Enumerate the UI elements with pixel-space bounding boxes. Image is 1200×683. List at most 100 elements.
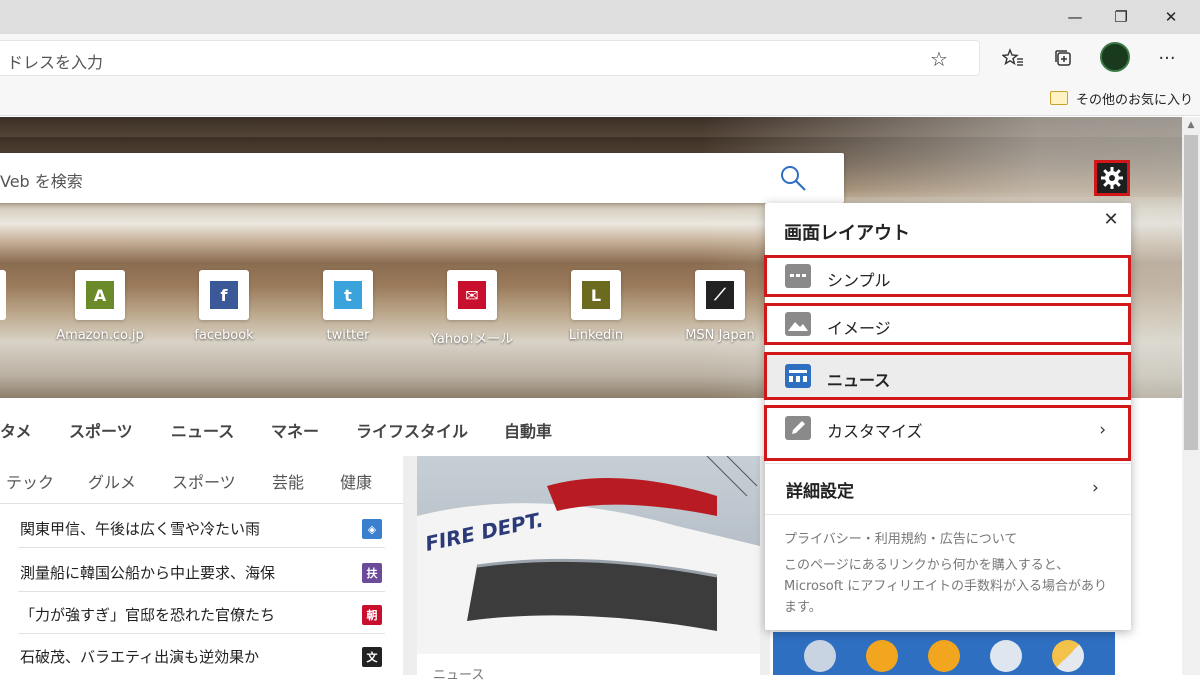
favorites-list-icon (1002, 48, 1023, 66)
simple-layout-icon (785, 264, 811, 288)
folder-icon (1050, 91, 1068, 105)
gear-icon (1101, 167, 1123, 189)
category-sports[interactable]: スポーツ (69, 418, 133, 442)
layout-option-label: ニュース (827, 371, 891, 390)
subtab-health[interactable]: 健康 (340, 469, 372, 493)
quick-link-label: Amazon.co.jp (56, 328, 144, 343)
pencil-icon (785, 416, 811, 440)
news-source-icon: 扶 (362, 563, 382, 583)
profile-avatar[interactable] (1100, 42, 1130, 72)
quick-link-tile: ⟋ (695, 270, 745, 320)
scroll-up-arrow[interactable]: ▲ (1182, 117, 1200, 133)
quick-link-tile: f (199, 270, 249, 320)
other-favorites-folder[interactable]: その他のお気に入り (1050, 88, 1193, 108)
minimize-icon: — (1067, 8, 1083, 26)
page-settings-button[interactable] (1094, 160, 1130, 196)
close-icon: ✕ (1164, 8, 1178, 26)
sun-icon (866, 640, 898, 672)
quick-link-tile: A (75, 270, 125, 320)
quick-link-label: Linkedin (568, 328, 624, 343)
quick-link-label: Yahoo!メール (430, 332, 514, 347)
minimize-button[interactable]: — (1052, 0, 1098, 34)
add-favorite-star-icon[interactable]: ☆ (925, 45, 953, 73)
quick-link-partial-tile[interactable] (0, 270, 6, 320)
layout-option-label: カスタマイズ (827, 422, 923, 441)
quick-link[interactable]: A Amazon.co.jp (50, 270, 150, 343)
category-entertainment[interactable]: タメ (0, 418, 32, 442)
cloud-icon (990, 640, 1022, 672)
subtab-gourmet[interactable]: グルメ (88, 469, 136, 493)
scroll-thumb[interactable] (1184, 135, 1198, 450)
news-source-icon: 朝 (362, 605, 382, 625)
partly-cloudy-icon (1052, 640, 1084, 672)
category-lifestyle[interactable]: ライフスタイル (356, 418, 468, 442)
quick-link[interactable]: t twitter (298, 270, 398, 343)
site-logo-icon: L (582, 281, 610, 309)
sun-icon (928, 640, 960, 672)
close-window-button[interactable]: ✕ (1148, 0, 1194, 34)
site-logo-icon: f (210, 281, 238, 309)
news-photo[interactable]: FIRE DEPT. (417, 456, 760, 654)
quick-link-label: MSN Japan (685, 328, 755, 343)
image-layout-icon (785, 312, 811, 336)
news-layout-icon (785, 364, 811, 388)
news-source-icon: ◈ (362, 519, 382, 539)
favorites-bar (0, 80, 1200, 116)
quick-link[interactable]: L Linkedin (546, 270, 646, 343)
web-search-box[interactable]: Veb を検索 (0, 153, 844, 203)
headline-divider (18, 633, 385, 634)
chevron-right-icon: › (1099, 420, 1106, 440)
layout-option-simple[interactable]: シンプル (764, 255, 1131, 297)
privacy-terms-link[interactable]: プライバシー・利用規約・広告について (784, 528, 1017, 547)
quick-link-tile: L (571, 270, 621, 320)
address-bar[interactable]: ドレスを入力 ☆ (0, 40, 980, 76)
restore-button[interactable]: ❐ (1098, 0, 1144, 34)
headline-divider (18, 547, 385, 548)
quick-link-tile: t (323, 270, 373, 320)
collections-icon (1055, 50, 1071, 66)
subtab-divider (0, 503, 403, 504)
news-headline[interactable]: 測量船に韓国公船から中止要求、海保 (20, 562, 275, 583)
quick-link-label: twitter (326, 328, 370, 343)
search-placeholder: Veb を検索 (0, 172, 83, 191)
site-logo-icon: ✉ (458, 281, 486, 309)
subtab-tech[interactable]: テック (6, 469, 54, 493)
quick-link[interactable]: ⟋ MSN Japan (670, 270, 770, 343)
restore-icon: ❐ (1114, 8, 1128, 26)
subtab-sports[interactable]: スポーツ (172, 469, 236, 493)
photo-caption: ニュース (433, 668, 485, 683)
more-icon: ··· (1158, 47, 1176, 69)
quick-link-tile: ✉ (447, 270, 497, 320)
site-logo-icon: ⟋ (706, 281, 734, 309)
quick-link[interactable]: ✉ Yahoo!メール (422, 270, 522, 347)
chevron-right-icon: › (1092, 478, 1099, 498)
news-headline[interactable]: 関東甲信、午後は広く雪や冷たい雨 (20, 518, 260, 539)
quick-link-label: facebook (194, 328, 254, 343)
search-icon[interactable] (778, 163, 808, 193)
address-placeholder: ドレスを入力 (7, 53, 104, 72)
fire-truck-image: FIRE DEPT. (417, 456, 760, 654)
category-news[interactable]: ニュース (171, 418, 234, 442)
detail-settings-label: 詳細設定 (786, 482, 854, 502)
panel-close-button[interactable]: ✕ (1100, 209, 1122, 231)
layout-option-label: イメージ (827, 319, 891, 338)
affiliate-notice: このページにあるリンクから何かを購入すると、Microsoft にアフィリエイト… (784, 558, 1108, 615)
layout-option-news[interactable]: ニュース (764, 352, 1131, 400)
category-money[interactable]: マネー (271, 418, 319, 442)
rain-cloud-icon (804, 640, 836, 672)
site-logo-icon: A (86, 281, 114, 309)
layout-option-label: シンプル (827, 271, 891, 290)
favorites-button[interactable] (996, 42, 1030, 74)
collections-button[interactable] (1046, 42, 1080, 74)
layout-option-customize[interactable]: カスタマイズ › (764, 405, 1131, 461)
news-headline[interactable]: 石破茂、バラエティ出演も逆効果か (20, 646, 259, 667)
news-headline[interactable]: 「力が強すぎ」官邸を恐れた官僚たち (20, 604, 275, 625)
other-favorites-label: その他のお気に入り (1076, 92, 1194, 108)
quick-link[interactable]: f facebook (174, 270, 274, 343)
news-source-icon: 文 (362, 647, 382, 667)
subtab-entertainment[interactable]: 芸能 (272, 469, 304, 493)
more-menu-button[interactable]: ··· (1150, 42, 1184, 74)
site-logo-icon: t (334, 281, 362, 309)
layout-option-image[interactable]: イメージ (764, 303, 1131, 345)
category-autos[interactable]: 自動車 (504, 418, 552, 442)
